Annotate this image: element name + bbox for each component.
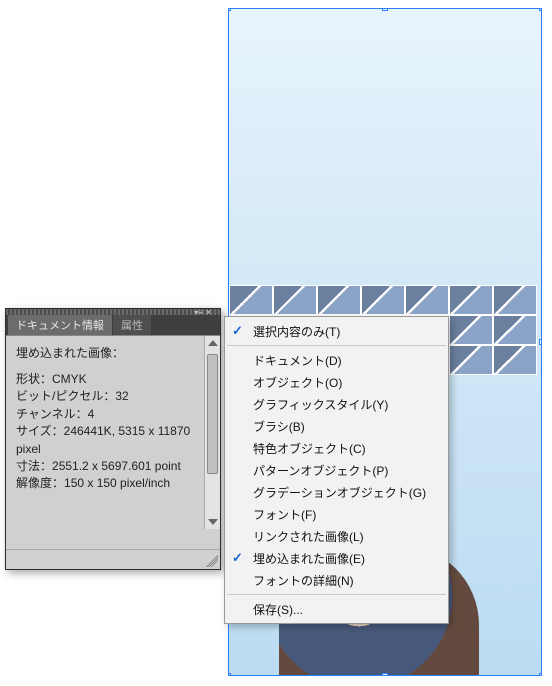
menu-embedded-image[interactable]: ✓ 埋め込まれた画像(E) xyxy=(225,547,448,569)
check-icon: ✓ xyxy=(232,550,243,566)
panel-scrollbar[interactable] xyxy=(204,336,220,529)
menu-gradient-object[interactable]: グラデーションオブジェクト(G) xyxy=(225,481,448,503)
panel-menu-icon[interactable]: ▾≡ ✕ xyxy=(190,308,216,316)
menu-document[interactable]: ドキュメント(D) xyxy=(225,349,448,371)
menu-graphic-style[interactable]: グラフィックスタイル(Y) xyxy=(225,393,448,415)
info-size: サイズ：246441K, 5315 x 11870 pixel xyxy=(16,423,212,458)
info-resolution: 解像度：150 x 150 pixel/inch xyxy=(16,475,212,492)
menu-object[interactable]: オブジェクト(O) xyxy=(225,371,448,393)
resize-grip-icon[interactable] xyxy=(206,555,218,567)
menu-spot-object[interactable]: 特色オブジェクト(C) xyxy=(225,437,448,459)
document-info-panel: ▾≡ ✕ ドキュメント情報 属性 埋め込まれた画像： 形状：CMYK ビット/ピ… xyxy=(5,308,221,570)
menu-save[interactable]: 保存(S)... xyxy=(225,598,448,620)
panel-footer xyxy=(6,549,220,569)
info-channel: チャンネル：4 xyxy=(16,406,212,423)
menu-font-detail[interactable]: フォントの詳細(N) xyxy=(225,569,448,591)
menu-font[interactable]: フォント(F) xyxy=(225,503,448,525)
panel-grip[interactable]: ▾≡ ✕ xyxy=(6,309,220,315)
panel-flyout-menu: ✓ 選択内容のみ(T) ドキュメント(D) オブジェクト(O) グラフィックスタ… xyxy=(224,316,449,624)
menu-brush[interactable]: ブラシ(B) xyxy=(225,415,448,437)
tab-attributes[interactable]: 属性 xyxy=(113,315,151,335)
menu-linked-image[interactable]: リンクされた画像(L) xyxy=(225,525,448,547)
menu-separator xyxy=(227,345,446,346)
tab-document-info[interactable]: ドキュメント情報 xyxy=(8,315,112,335)
check-icon: ✓ xyxy=(232,323,243,339)
info-bpp: ビット/ピクセル：32 xyxy=(16,388,212,405)
menu-selection-only[interactable]: ✓ 選択内容のみ(T) xyxy=(225,320,448,342)
info-shape: 形状：CMYK xyxy=(16,371,212,388)
menu-separator xyxy=(227,594,446,595)
info-dimensions: 寸法：2551.2 x 5697.601 point xyxy=(16,458,212,475)
menu-pattern-object[interactable]: パターンオブジェクト(P) xyxy=(225,459,448,481)
panel-section-title: 埋め込まれた画像： xyxy=(16,344,212,361)
